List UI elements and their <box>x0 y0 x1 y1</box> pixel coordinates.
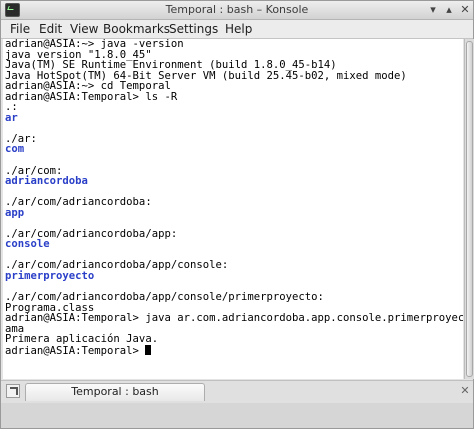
terminal-directory-entry: ar <box>5 111 18 124</box>
terminal-directory-entry: adriancordoba <box>5 175 88 188</box>
terminal-line: .: <box>5 101 18 114</box>
menu-help[interactable]: Help <box>225 20 252 38</box>
terminal-cursor <box>145 344 152 355</box>
terminal-prompt-line[interactable]: adrian@ASIA:Temporal> <box>5 344 463 357</box>
terminal-line: adrian@ASIA:~> java -version <box>5 39 184 50</box>
new-tab-icon[interactable] <box>6 384 20 398</box>
terminal-prompt: adrian@ASIA:Temporal> <box>5 344 146 357</box>
menu-edit[interactable]: Edit <box>39 20 62 38</box>
terminal-line: ./ar/com/adriancordoba: <box>5 196 152 209</box>
menu-file[interactable]: File <box>10 20 30 38</box>
terminal-output[interactable]: adrian@ASIA:~> java -version java version… <box>3 39 463 379</box>
terminal-line: ./ar: <box>5 132 37 145</box>
menu-bar: File Edit View Bookmarks Settings Help <box>1 20 473 39</box>
terminal-line: ./ar/com/adriancordoba/app: <box>5 227 178 240</box>
window-title: Temporal : bash – Konsole <box>165 3 309 16</box>
tab-bar: Temporal : bash ✕ <box>1 380 473 403</box>
scrollbar-thumb[interactable] <box>466 41 473 377</box>
terminal-directory-entry: com <box>5 143 25 156</box>
konsole-window: Temporal : bash – Konsole ▾ ▴ ✕ File Edi… <box>0 0 474 429</box>
menu-bookmarks[interactable]: Bookmarks <box>103 20 170 38</box>
terminal-directory-entry: primerproyecto <box>5 270 95 283</box>
terminal-line: adrian@ASIA:Temporal> java ar.com.adrian… <box>5 312 463 325</box>
terminal-lines: adrian@ASIA:~> java -version java version… <box>5 39 463 357</box>
close-window-button[interactable]: ✕ <box>459 4 471 16</box>
close-tab-button[interactable]: ✕ <box>459 385 471 397</box>
window-bottom-frame <box>1 403 473 428</box>
terminal-line: Primera aplicación Java. <box>5 333 159 346</box>
terminal-directory-entry: console <box>5 238 50 251</box>
vertical-scrollbar[interactable] <box>464 39 474 379</box>
menu-settings[interactable]: Settings <box>169 20 218 38</box>
tab-temporal-bash[interactable]: Temporal : bash <box>25 383 205 401</box>
maximize-button[interactable]: ▴ <box>443 4 455 16</box>
terminal-directory-entry: app <box>5 206 25 219</box>
menu-view[interactable]: View <box>70 20 98 38</box>
terminal-line: adrian@ASIA:Temporal> ls -R <box>5 90 178 103</box>
minimize-button[interactable]: ▾ <box>427 4 439 16</box>
title-bar[interactable]: Temporal : bash – Konsole ▾ ▴ ✕ <box>1 1 473 20</box>
